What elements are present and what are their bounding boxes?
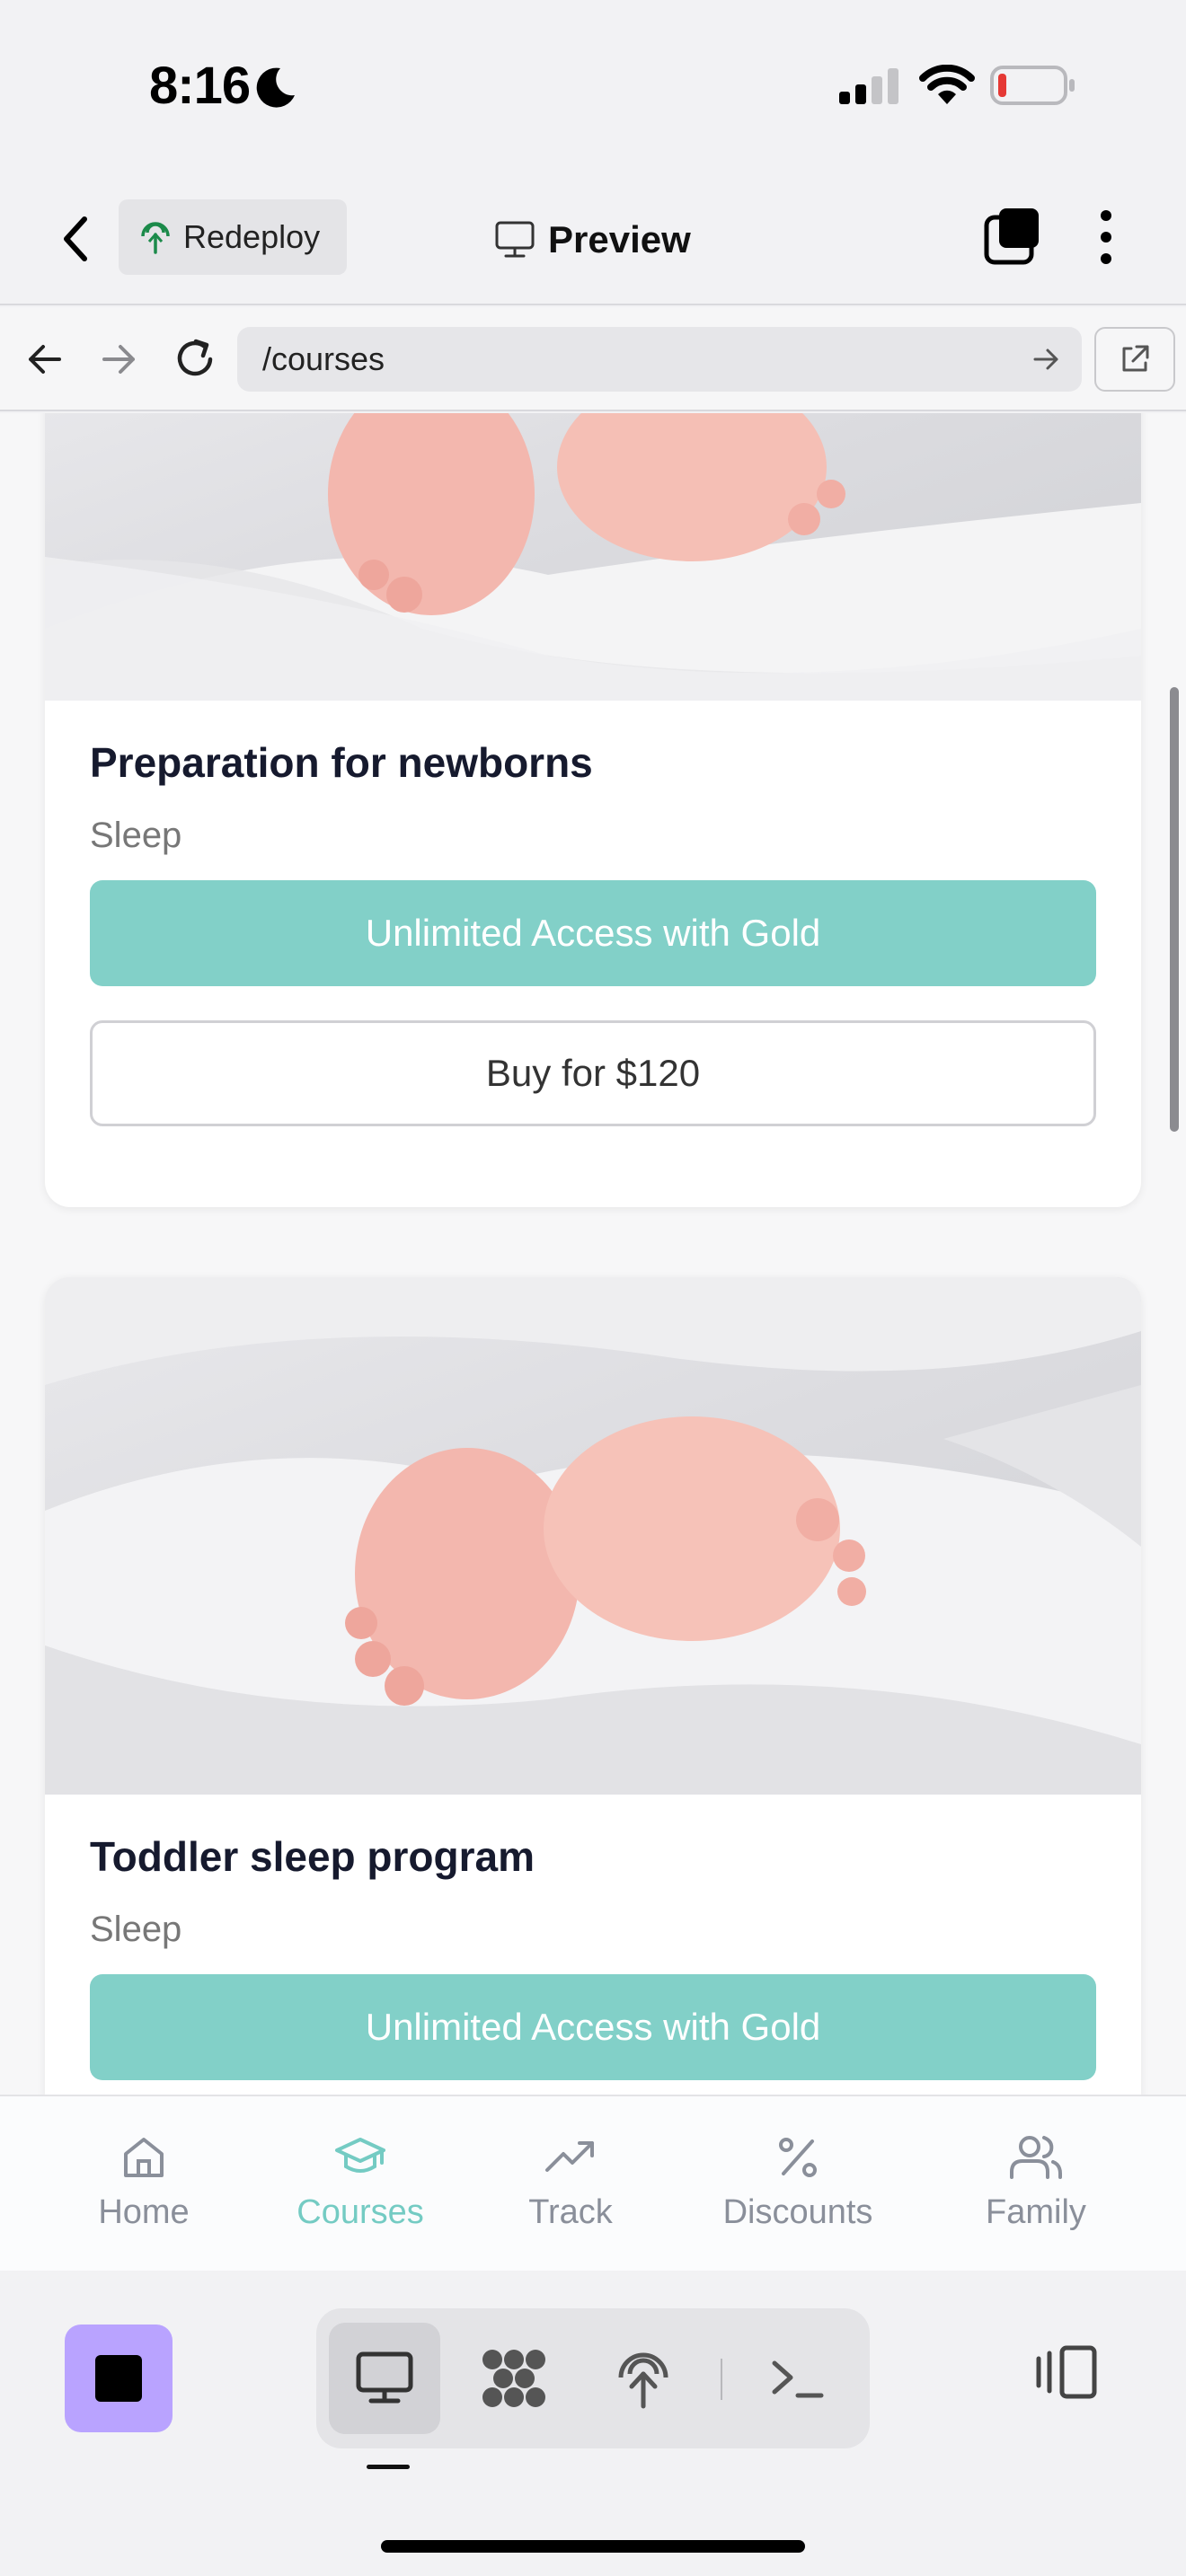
- course-category: Sleep: [90, 816, 182, 855]
- browser-back-icon[interactable]: [25, 340, 65, 379]
- preview-title: Preview: [494, 208, 691, 271]
- workflows-tab[interactable]: [458, 2323, 570, 2434]
- terminal-icon: [772, 2360, 824, 2398]
- scrollbar[interactable]: [1170, 687, 1179, 1132]
- nav-label: Track: [528, 2193, 613, 2231]
- app-header: Redeploy Preview: [0, 171, 1186, 305]
- more-vertical-icon[interactable]: [1093, 208, 1120, 266]
- course-image: [45, 1277, 1141, 1795]
- course-title: Toddler sleep program: [90, 1833, 535, 1880]
- stop-button[interactable]: [65, 2325, 173, 2432]
- percent-icon: [779, 2138, 817, 2177]
- tabs-icon[interactable]: [983, 207, 1042, 266]
- status-time: 8:16: [149, 57, 251, 115]
- buy-course-button[interactable]: Buy for $120: [90, 1020, 1096, 1126]
- stop-icon: [95, 2355, 142, 2402]
- nav-label: Family: [986, 2193, 1086, 2231]
- url-field[interactable]: /courses: [237, 327, 1082, 392]
- side-panel-icon[interactable]: [1033, 2344, 1098, 2400]
- redeploy-button[interactable]: Redeploy: [119, 199, 347, 275]
- nav-item-track[interactable]: Track: [476, 2132, 665, 2232]
- browser-bar: /courses: [0, 307, 1186, 411]
- home-icon: [124, 2138, 164, 2177]
- nav-label: Courses: [296, 2193, 424, 2231]
- url-go-arrow-icon[interactable]: [1031, 345, 1060, 374]
- battery-icon: [990, 66, 1075, 105]
- courses-list[interactable]: Preparation for newborns Sleep Unlimited…: [0, 413, 1186, 2095]
- unlimited-access-gold-button[interactable]: Unlimited Access with Gold: [90, 880, 1096, 986]
- deploy-tab[interactable]: [588, 2323, 699, 2434]
- course-title: Preparation for newborns: [90, 739, 593, 786]
- cellular-signal-icon: [839, 68, 898, 104]
- status-bar: 8:16: [0, 0, 1186, 171]
- home-indicator: [381, 2540, 805, 2553]
- course-category: Sleep: [90, 1910, 182, 1949]
- divider: [721, 2359, 722, 2400]
- preview-label: Preview: [548, 218, 691, 260]
- bottom-nav: Home Courses Track Discounts Family: [0, 2095, 1186, 2271]
- nav-label: Home: [98, 2193, 190, 2231]
- workflow-blobs-icon: [482, 2350, 545, 2407]
- users-icon: [1010, 2136, 1062, 2179]
- trending-up-icon: [545, 2141, 594, 2172]
- back-chevron-icon[interactable]: [56, 212, 95, 266]
- monitor-icon: [356, 2351, 413, 2404]
- redeploy-tree-icon: [141, 222, 170, 254]
- view-mode-switcher: [316, 2308, 870, 2448]
- monitor-icon: [495, 221, 535, 258]
- shell-tab[interactable]: [742, 2323, 854, 2434]
- graduation-cap-icon: [335, 2138, 385, 2173]
- nav-item-courses[interactable]: Courses: [266, 2132, 455, 2232]
- unlimited-access-gold-button[interactable]: Unlimited Access with Gold: [90, 1974, 1096, 2080]
- reload-icon[interactable]: [174, 336, 217, 381]
- course-card[interactable]: Toddler sleep program Sleep Unlimited Ac…: [45, 1277, 1141, 2095]
- browser-forward-icon[interactable]: [99, 340, 138, 379]
- nav-item-home[interactable]: Home: [49, 2132, 238, 2232]
- wifi-icon: [919, 65, 975, 104]
- nav-item-discounts[interactable]: Discounts: [704, 2132, 892, 2232]
- nav-label: Discounts: [722, 2193, 873, 2231]
- course-card[interactable]: Preparation for newborns Sleep Unlimited…: [45, 413, 1141, 1207]
- url-text: /courses: [262, 340, 385, 377]
- active-tab-indicator: [367, 2465, 410, 2469]
- redeploy-label: Redeploy: [183, 218, 321, 255]
- open-external-button[interactable]: [1094, 327, 1175, 392]
- editor-toolbar: [0, 2271, 1186, 2576]
- deploy-tree-icon: [618, 2352, 668, 2409]
- desktop-preview-tab[interactable]: [329, 2323, 440, 2434]
- course-image: [45, 413, 1141, 701]
- nav-item-family[interactable]: Family: [942, 2132, 1130, 2232]
- external-link-icon: [1122, 345, 1149, 372]
- moon-icon: [256, 67, 295, 108]
